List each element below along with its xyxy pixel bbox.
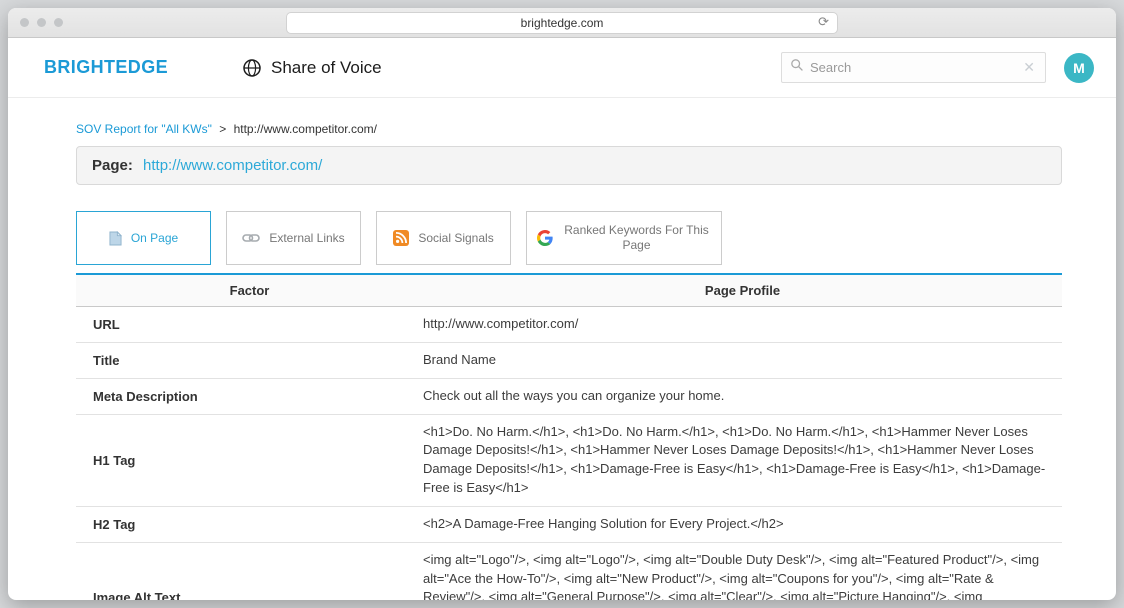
factor-label: Image Alt Text — [76, 590, 423, 600]
factor-value: <h1>Do. No Harm.</h1>, <h1>Do. No Harm.<… — [423, 423, 1062, 498]
column-header-page-profile: Page Profile — [423, 283, 1062, 298]
table-row-meta-description: Meta Description Check out all the ways … — [76, 379, 1062, 415]
tab-external-links[interactable]: External Links — [226, 211, 361, 265]
table-row-title: Title Brand Name — [76, 343, 1062, 379]
table-row-image-alt-text: Image Alt Text <img alt="Logo"/>, <img a… — [76, 543, 1062, 600]
tab-ranked-keywords[interactable]: Ranked Keywords For This Page — [526, 211, 722, 265]
browser-chrome: brightedge.com ⟳ — [8, 8, 1116, 38]
tab-label: Social Signals — [418, 231, 493, 246]
tab-social-signals[interactable]: Social Signals — [376, 211, 511, 265]
rss-icon — [393, 230, 409, 246]
factor-value: <img alt="Logo"/>, <img alt="Logo"/>, <i… — [423, 551, 1062, 600]
link-icon — [242, 233, 260, 243]
window-controls — [20, 18, 63, 27]
page-url-link[interactable]: http://www.competitor.com/ — [143, 157, 322, 174]
page-bar: Page: http://www.competitor.com/ — [76, 146, 1062, 185]
page-profile-table: Factor Page Profile URL http://www.compe… — [76, 275, 1062, 600]
breadcrumb-current: http://www.competitor.com/ — [234, 122, 377, 136]
column-header-factor: Factor — [76, 283, 423, 298]
google-icon — [537, 230, 553, 246]
avatar[interactable]: M — [1064, 53, 1094, 83]
factor-value: Check out all the ways you can organize … — [423, 387, 1062, 406]
page-bar-label: Page: — [92, 157, 133, 174]
table-row-h2-tag: H2 Tag <h2>A Damage-Free Hanging Solutio… — [76, 507, 1062, 543]
main-content: SOV Report for "All KWs" > http://www.co… — [8, 122, 1116, 600]
factor-label: URL — [76, 317, 423, 332]
factor-value: http://www.competitor.com/ — [423, 315, 1062, 334]
tab-label: Ranked Keywords For This Page — [562, 223, 711, 253]
factor-label: H2 Tag — [76, 517, 423, 532]
page-title: Share of Voice — [271, 58, 382, 78]
refresh-icon[interactable]: ⟳ — [818, 14, 829, 30]
tab-label: On Page — [131, 231, 178, 246]
breadcrumb-link-sov-report[interactable]: SOV Report for "All KWs" — [76, 122, 212, 136]
table-row-url: URL http://www.competitor.com/ — [76, 307, 1062, 343]
page-icon — [109, 231, 122, 246]
page-title-group: Share of Voice — [242, 58, 382, 78]
address-bar[interactable]: brightedge.com ⟳ — [286, 12, 838, 34]
address-bar-url: brightedge.com — [521, 16, 604, 30]
table-row-h1-tag: H1 Tag <h1>Do. No Harm.</h1>, <h1>Do. No… — [76, 415, 1062, 507]
clear-search-icon[interactable]: ✕ — [1021, 59, 1037, 76]
window-zoom-button[interactable] — [54, 18, 63, 27]
table-header-row: Factor Page Profile — [76, 275, 1062, 307]
tab-bar: On Page External Links — [76, 211, 1062, 265]
factor-label: Meta Description — [76, 389, 423, 404]
window-minimize-button[interactable] — [37, 18, 46, 27]
breadcrumb-separator: > — [219, 122, 226, 136]
share-of-voice-icon — [242, 58, 262, 78]
search-icon — [790, 58, 804, 77]
brightedge-logo[interactable]: BRIGHTEDGE — [44, 57, 168, 78]
factor-value: Brand Name — [423, 351, 1062, 370]
browser-window: brightedge.com ⟳ BRIGHTEDGE Share of Voi… — [8, 8, 1116, 600]
window-close-button[interactable] — [20, 18, 29, 27]
app-header: BRIGHTEDGE Share of Voice ✕ M — [8, 38, 1116, 98]
tab-on-page[interactable]: On Page — [76, 211, 211, 265]
factor-value: <h2>A Damage-Free Hanging Solution for E… — [423, 515, 1062, 534]
search-box[interactable]: ✕ — [781, 52, 1046, 83]
breadcrumb: SOV Report for "All KWs" > http://www.co… — [76, 122, 1062, 136]
factor-label: Title — [76, 353, 423, 368]
search-input[interactable] — [810, 60, 1021, 75]
factor-label: H1 Tag — [76, 453, 423, 468]
tab-label: External Links — [269, 231, 344, 246]
